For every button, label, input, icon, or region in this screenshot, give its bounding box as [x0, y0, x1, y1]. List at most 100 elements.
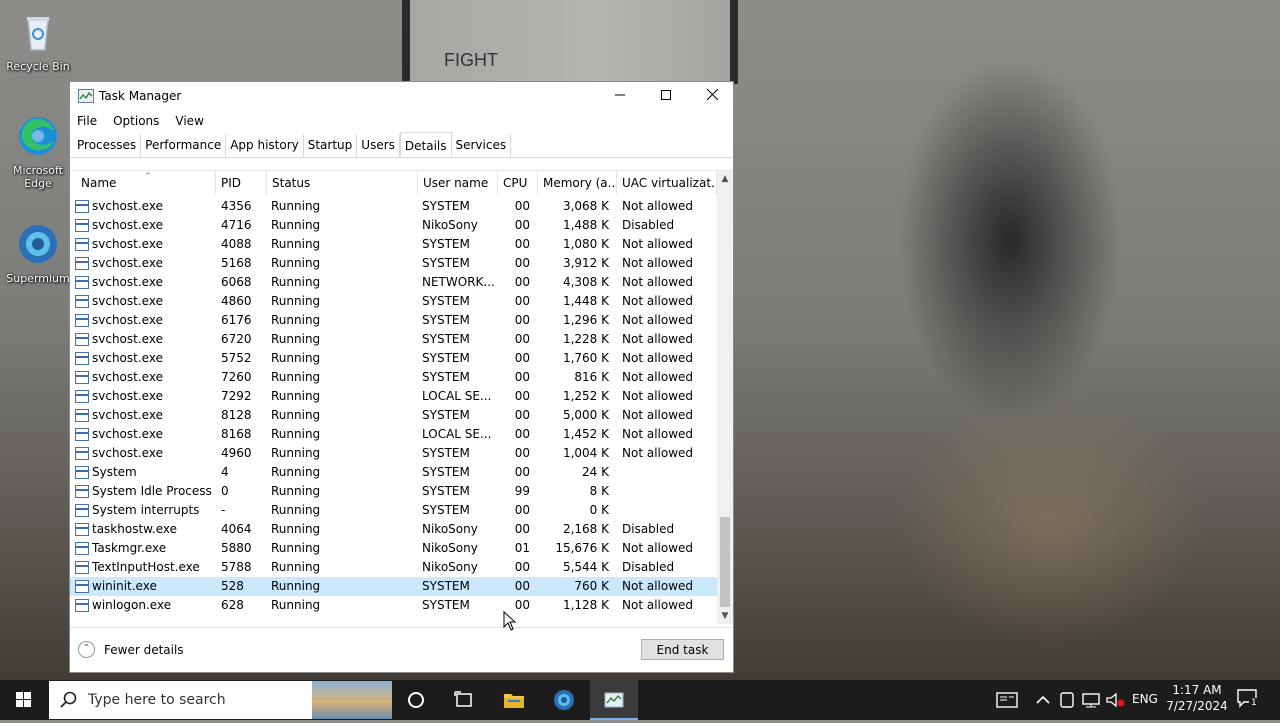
table-row[interactable]: svchost.exe 8168 Running LOCAL SE... 00 1,452…: [70, 425, 717, 444]
table-row[interactable]: svchost.exe 4960 Running SYSTEM 00 1,004 K Not…: [70, 444, 717, 463]
cell-name: svchost.exe: [92, 294, 163, 308]
title-bar[interactable]: Task Manager: [70, 82, 733, 110]
cell-status: Running: [271, 199, 321, 213]
scroll-up-icon[interactable]: ▲: [717, 171, 733, 187]
volume-muted-icon[interactable]: [1103, 688, 1127, 712]
cell-pid: 528: [221, 579, 244, 593]
end-task-button[interactable]: End task: [641, 639, 724, 660]
table-row[interactable]: svchost.exe 5168 Running SYSTEM 00 3,912 K Not…: [70, 254, 717, 273]
tab-startup[interactable]: Startup: [304, 134, 358, 158]
cell-name: TextInputHost.exe: [92, 560, 200, 574]
tab-details[interactable]: Details: [399, 132, 452, 157]
column-header-status[interactable]: Status: [267, 171, 418, 195]
tab-processes[interactable]: Processes: [73, 134, 142, 158]
tab-users[interactable]: Users: [357, 134, 400, 158]
table-row[interactable]: System interrupts - Running SYSTEM 00 0 K: [70, 501, 717, 520]
table-row[interactable]: svchost.exe 5752 Running SYSTEM 00 1,760 K Not…: [70, 349, 717, 368]
language-indicator[interactable]: ENG: [1132, 692, 1158, 706]
table-row[interactable]: svchost.exe 6176 Running SYSTEM 00 1,296 K Not…: [70, 311, 717, 330]
vertical-scrollbar[interactable]: ▲ ▼: [717, 171, 733, 624]
close-button[interactable]: [689, 82, 735, 110]
column-header-memory[interactable]: Memory (a...: [538, 171, 617, 195]
notification-center-button[interactable]: 1: [1236, 688, 1262, 712]
column-header-uac[interactable]: UAC virtualizat...: [617, 171, 717, 195]
task-view-icon[interactable]: [452, 688, 476, 712]
clock-time: 1:17 AM: [1172, 683, 1222, 697]
cell-cpu: 00: [514, 446, 530, 460]
chevron-up-icon: ⌃: [78, 641, 95, 658]
cell-uac: Not allowed: [622, 256, 694, 270]
menu-options[interactable]: Options: [109, 110, 163, 134]
table-row[interactable]: svchost.exe 8128 Running SYSTEM 00 5,000 K Not…: [70, 406, 717, 425]
cell-user: SYSTEM: [422, 237, 470, 251]
taskbar-search-box[interactable]: Type here to search: [49, 681, 392, 719]
cell-cpu: 00: [514, 332, 530, 346]
table-row[interactable]: svchost.exe 4356 Running SYSTEM 00 3,068 K Not…: [70, 197, 717, 216]
table-row[interactable]: System 4 Running SYSTEM 00 24 K: [70, 463, 717, 482]
tray-app-icon[interactable]: [1055, 688, 1079, 712]
taskbar-task-manager-button[interactable]: [590, 680, 638, 720]
cell-pid: 7260: [221, 370, 252, 384]
start-button[interactable]: [0, 680, 48, 720]
cell-user: SYSTEM: [422, 465, 470, 479]
fewer-details-link[interactable]: ⌃ Fewer details: [78, 641, 184, 658]
table-row[interactable]: taskhostw.exe 4064 Running NikoSony 00 2,168 …: [70, 520, 717, 539]
desktop-icon-edge[interactable]: Microsoft Edge: [0, 114, 76, 190]
process-icon: [75, 390, 89, 403]
column-header-row: Name ⌃ PID Status User name CPU Memory (a…: [70, 171, 717, 195]
process-icon: [75, 314, 89, 327]
cell-pid: 6720: [221, 332, 252, 346]
news-widget-icon[interactable]: [995, 688, 1019, 712]
network-icon[interactable]: [1079, 688, 1103, 712]
desktop-icon-recycle-bin[interactable]: Recycle Bin: [0, 10, 76, 73]
tab-performance[interactable]: Performance: [141, 134, 227, 158]
table-row[interactable]: svchost.exe 7292 Running LOCAL SE... 00 1,252…: [70, 387, 717, 406]
cell-user: NETWORK...: [422, 275, 495, 289]
table-row[interactable]: TextInputHost.exe 5788 Running NikoSony 00 5,…: [70, 558, 717, 577]
cortana-icon[interactable]: [404, 688, 428, 712]
table-row[interactable]: wininit.exe 528 Running SYSTEM 00 760 K Not al…: [70, 577, 717, 596]
cell-user: NikoSony: [422, 560, 478, 574]
menu-bar: File Options View: [70, 110, 733, 134]
chevron-up-tray-icon[interactable]: [1031, 688, 1055, 712]
cell-name: svchost.exe: [92, 408, 163, 422]
cell-cpu: 00: [514, 237, 530, 251]
table-row[interactable]: winlogon.exe 628 Running SYSTEM 00 1,128 K Not…: [70, 596, 717, 615]
maximize-button[interactable]: [643, 82, 689, 110]
table-row[interactable]: svchost.exe 6068 Running NETWORK... 00 4,308 …: [70, 273, 717, 292]
supermium-taskbar-icon[interactable]: [552, 688, 576, 712]
scrollbar-thumb[interactable]: [720, 517, 730, 607]
close-icon: [706, 88, 718, 101]
table-row[interactable]: svchost.exe 7260 Running SYSTEM 00 816 K Not a…: [70, 368, 717, 387]
cell-status: Running: [271, 389, 321, 403]
tab-services[interactable]: Services: [452, 134, 512, 158]
scroll-down-icon[interactable]: ▼: [717, 608, 733, 624]
table-row[interactable]: svchost.exe 4860 Running SYSTEM 00 1,448 K Not…: [70, 292, 717, 311]
cell-pid: 5880: [221, 541, 252, 555]
table-row[interactable]: System Idle Process 0 Running SYSTEM 99 8 K: [70, 482, 717, 501]
clock[interactable]: 1:17 AM 7/27/2024: [1166, 683, 1228, 713]
cell-pid: 4860: [221, 294, 252, 308]
cell-status: Running: [271, 427, 321, 441]
menu-view[interactable]: View: [171, 110, 207, 134]
table-row[interactable]: svchost.exe 4716 Running NikoSony 00 1,488 K D…: [70, 216, 717, 235]
column-header-pid[interactable]: PID: [216, 171, 267, 195]
file-explorer-icon[interactable]: [502, 688, 526, 712]
column-header-cpu[interactable]: CPU: [498, 171, 538, 195]
cell-cpu: 00: [514, 579, 530, 593]
column-header-user-name[interactable]: User name: [418, 171, 498, 195]
minimize-button[interactable]: [597, 82, 643, 110]
cell-name: winlogon.exe: [92, 598, 172, 612]
table-row[interactable]: Taskmgr.exe 5880 Running NikoSony 01 15,676 K…: [70, 539, 717, 558]
cell-uac: Not allowed: [622, 199, 694, 213]
menu-file[interactable]: File: [73, 110, 101, 134]
desktop-icon-supermium[interactable]: Supermium: [0, 222, 76, 285]
process-icon: [75, 561, 89, 574]
cell-name: System interrupts: [92, 503, 200, 517]
table-row[interactable]: svchost.exe 4088 Running SYSTEM 00 1,080 K Not…: [70, 235, 717, 254]
tab-app-history[interactable]: App history: [226, 134, 304, 158]
process-icon: [75, 428, 89, 441]
table-row[interactable]: svchost.exe 6720 Running SYSTEM 00 1,228 K Not…: [70, 330, 717, 349]
column-header-name[interactable]: Name ⌃: [76, 171, 216, 195]
cell-status: Running: [271, 579, 321, 593]
